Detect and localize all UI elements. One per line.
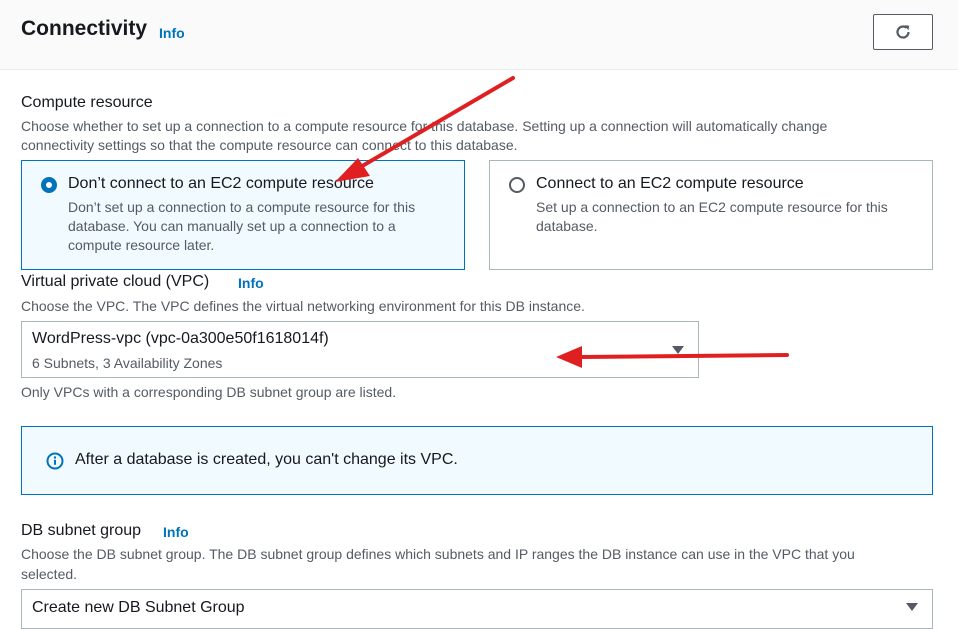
tile-dont-connect-desc-1: Don’t set up a connection to a compute r… (68, 199, 416, 215)
subnet-group-label: DB subnet group (21, 522, 142, 539)
tile-connect-ec2[interactable]: Connect to an EC2 compute resource Set u… (489, 160, 933, 270)
subnet-group-select-value: Create new DB Subnet Group (32, 599, 245, 616)
connectivity-info-link[interactable]: Info (159, 25, 185, 41)
vpc-label: Virtual private cloud (VPC) (21, 273, 210, 290)
chevron-down-icon (906, 603, 918, 611)
tile-dont-connect-desc-3: compute resource later. (68, 237, 215, 253)
tile-dont-connect-desc-2: database. You can manually set up a conn… (68, 218, 396, 234)
section-title: Connectivity (21, 17, 148, 40)
tile-dont-connect-ec2[interactable]: Don’t connect to an EC2 compute resource… (21, 160, 465, 270)
radio-dont-connect-ec2[interactable] (41, 177, 57, 193)
compute-resource-desc-line1: Choose whether to set up a connection to… (21, 118, 828, 134)
compute-resource-label: Compute resource (21, 94, 153, 111)
compute-resource-desc-line2: connectivity settings so that the comput… (21, 137, 518, 153)
radio-connect-ec2[interactable] (509, 177, 525, 193)
subnet-group-select[interactable]: Create new DB Subnet Group (21, 589, 933, 629)
chevron-down-icon (672, 346, 684, 354)
refresh-icon (896, 25, 910, 39)
vpc-desc: Choose the VPC. The VPC defines the virt… (21, 298, 585, 314)
subnet-group-info-link[interactable]: Info (163, 524, 189, 540)
tile-connect-desc-1: Set up a connection to an EC2 compute re… (536, 199, 888, 215)
subnet-group-desc-line1: Choose the DB subnet group. The DB subne… (21, 546, 855, 562)
subnet-group-desc-line2: selected. (21, 566, 78, 582)
vpc-select[interactable]: WordPress-vpc (vpc-0a300e50f1618014f) 6 … (21, 321, 699, 378)
tile-connect-title: Connect to an EC2 compute resource (536, 175, 804, 192)
vpc-select-subtext: 6 Subnets, 3 Availability Zones (32, 355, 223, 371)
tile-dont-connect-title: Don’t connect to an EC2 compute resource (68, 175, 374, 192)
vpc-info-alert: After a database is created, you can't c… (21, 426, 933, 495)
vpc-select-value: WordPress-vpc (vpc-0a300e50f1618014f) (32, 330, 329, 347)
alert-text: After a database is created, you can't c… (75, 451, 458, 468)
refresh-button[interactable] (873, 14, 933, 50)
vpc-info-link[interactable]: Info (238, 275, 264, 291)
info-circle-icon (46, 452, 64, 470)
section-header: Connectivity Info (0, 0, 958, 70)
vpc-hint: Only VPCs with a corresponding DB subnet… (21, 384, 397, 400)
tile-connect-desc-2: database. (536, 218, 598, 234)
